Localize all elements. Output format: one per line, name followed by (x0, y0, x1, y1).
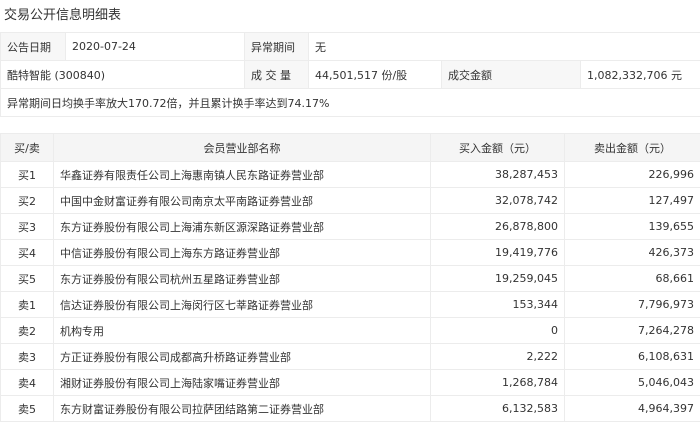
period-label: 异常期间 (244, 32, 309, 61)
header-buy: 买入金额（元） (430, 133, 565, 162)
side-cell: 买5 (0, 265, 54, 292)
side-cell: 买2 (0, 187, 54, 214)
broker-cell: 机构专用 (53, 317, 431, 344)
date-value: 2020-07-24 (65, 32, 245, 61)
buy-amount-cell: 32,078,742 (430, 187, 565, 214)
sell-amount-cell: 6,108,631 (564, 343, 700, 370)
header-side: 买/卖 (0, 133, 54, 162)
sell-amount-cell: 5,046,043 (564, 369, 700, 396)
buy-amount-cell: 153,344 (430, 291, 565, 318)
sell-amount-cell: 7,264,278 (564, 317, 700, 344)
buy-amount-cell: 38,287,453 (430, 161, 565, 188)
broker-table: 买/卖 会员营业部名称 买入金额（元） 卖出金额（元） 买1 华鑫证券有限责任公司… (0, 133, 700, 422)
page-title: 交易公开信息明细表 (4, 8, 122, 23)
table-row: 买3 东方证券股份有限公司上海浦东新区源深路证券营业部 26,878,800 139,… (0, 213, 700, 240)
broker-cell: 东方财富证券股份有限公司拉萨团结路第二证券营业部 (53, 395, 431, 422)
summary-row-date: 公告日期 2020-07-24 异常期间 无 (0, 32, 700, 61)
table-row: 卖2 机构专用 0 7,264,278 (0, 317, 700, 344)
date-label: 公告日期 (0, 32, 66, 61)
amount-label: 成交金额 (441, 60, 581, 89)
table-header: 买/卖 会员营业部名称 买入金额（元） 卖出金额（元） (0, 133, 700, 162)
sell-amount-cell: 139,655 (564, 213, 700, 240)
table-row: 卖1 信达证券股份有限公司上海闵行区七莘路证券营业部 153,344 7,796,97… (0, 291, 700, 318)
side-cell: 卖5 (0, 395, 54, 422)
period-value: 无 (308, 32, 700, 61)
buy-amount-cell: 19,419,776 (430, 239, 565, 266)
table-row: 买1 华鑫证券有限责任公司上海惠南镇人民东路证券营业部 38,287,453 226,… (0, 161, 700, 188)
sell-amount-cell: 226,996 (564, 161, 700, 188)
broker-cell: 方正证券股份有限公司成都高升桥路证券营业部 (53, 343, 431, 370)
volume-label: 成 交 量 (244, 60, 309, 89)
summary-row-volume: 酷特智能 (300840) 成 交 量 44,501,517 份/股 成交金额 … (0, 60, 700, 89)
side-cell: 卖2 (0, 317, 54, 344)
header-broker: 会员营业部名称 (53, 133, 431, 162)
broker-cell: 东方证券股份有限公司杭州五星路证券营业部 (53, 265, 431, 292)
side-cell: 卖4 (0, 369, 54, 396)
table-row: 买4 中信证券股份有限公司上海东方路证券营业部 19,419,776 426,373 (0, 239, 700, 266)
buy-amount-cell: 1,268,784 (430, 369, 565, 396)
sell-amount-cell: 7,796,973 (564, 291, 700, 318)
buy-amount-cell: 26,878,800 (430, 213, 565, 240)
header-sell: 卖出金额（元） (564, 133, 700, 162)
side-cell: 买4 (0, 239, 54, 266)
buy-amount-cell: 19,259,045 (430, 265, 565, 292)
summary-row-note: 异常期间日均换手率放大170.72倍，并且累计换手率达到74.17% (0, 88, 700, 117)
sell-amount-cell: 4,964,397 (564, 395, 700, 422)
sell-amount-cell: 426,373 (564, 239, 700, 266)
broker-cell: 中信证券股份有限公司上海东方路证券营业部 (53, 239, 431, 266)
broker-cell: 湘财证券股份有限公司上海陆家嘴证券营业部 (53, 369, 431, 396)
buy-amount-cell: 0 (430, 317, 565, 344)
summary-table: 公告日期 2020-07-24 异常期间 无 酷特智能 (300840) 成 交… (0, 32, 700, 117)
buy-amount-cell: 6,132,583 (430, 395, 565, 422)
side-cell: 卖1 (0, 291, 54, 318)
side-cell: 买3 (0, 213, 54, 240)
stock-name: 酷特智能 (300840) (0, 60, 245, 89)
sell-amount-cell: 68,661 (564, 265, 700, 292)
table-row: 卖4 湘财证券股份有限公司上海陆家嘴证券营业部 1,268,784 5,046,043 (0, 369, 700, 396)
buy-amount-cell: 2,222 (430, 343, 565, 370)
side-cell: 卖3 (0, 343, 54, 370)
abnormal-note: 异常期间日均换手率放大170.72倍，并且累计换手率达到74.17% (0, 88, 700, 117)
amount-value: 1,082,332,706 元 (580, 60, 700, 89)
side-cell: 买1 (0, 161, 54, 188)
broker-cell: 中国中金财富证券有限公司南京太平南路证券营业部 (53, 187, 431, 214)
table-row: 买5 东方证券股份有限公司杭州五星路证券营业部 19,259,045 68,661 (0, 265, 700, 292)
sell-amount-cell: 127,497 (564, 187, 700, 214)
table-row: 卖5 东方财富证券股份有限公司拉萨团结路第二证券营业部 6,132,583 4,964… (0, 395, 700, 422)
broker-cell: 东方证券股份有限公司上海浦东新区源深路证券营业部 (53, 213, 431, 240)
table-row: 卖3 方正证券股份有限公司成都高升桥路证券营业部 2,222 6,108,631 (0, 343, 700, 370)
table-row: 买2 中国中金财富证券有限公司南京太平南路证券营业部 32,078,742 127,4… (0, 187, 700, 214)
broker-cell: 华鑫证券有限责任公司上海惠南镇人民东路证券营业部 (53, 161, 431, 188)
broker-cell: 信达证券股份有限公司上海闵行区七莘路证券营业部 (53, 291, 431, 318)
volume-value: 44,501,517 份/股 (308, 60, 442, 89)
